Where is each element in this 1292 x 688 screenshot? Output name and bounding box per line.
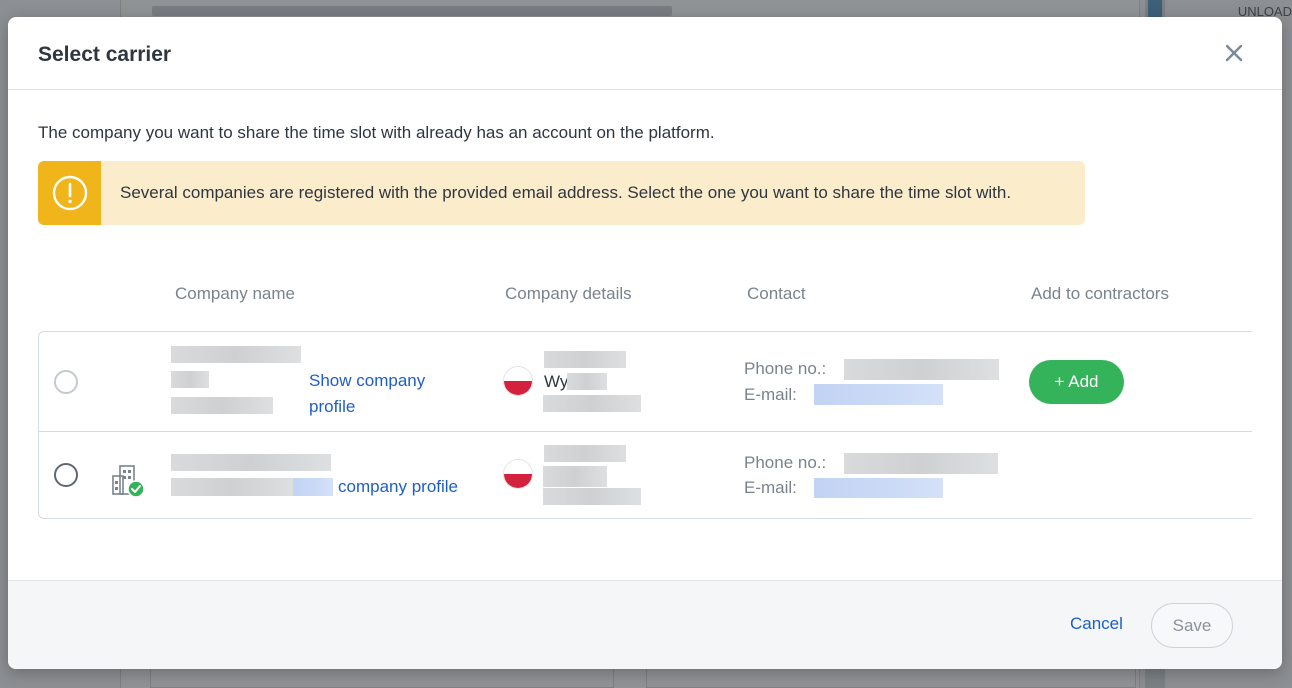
email-label: E-mail: <box>744 385 797 404</box>
cancel-button[interactable]: Cancel <box>1070 614 1123 634</box>
phone-label: Phone no.: <box>744 359 827 378</box>
email-label: E-mail: <box>744 478 797 497</box>
poland-flag-icon <box>503 366 533 396</box>
phone-label: Phone no.: <box>744 453 827 472</box>
modal-title: Select carrier <box>38 43 172 66</box>
company-details-text: Wy <box>544 372 569 391</box>
alert-icon-box <box>38 161 101 225</box>
redacted-company-details <box>543 466 607 487</box>
companies-table: Show company profile Wy Phone no.: E-mai… <box>38 331 1252 519</box>
redacted-phone <box>844 453 998 474</box>
save-button[interactable]: Save <box>1151 603 1233 648</box>
column-header-contact: Contact <box>747 284 806 303</box>
show-company-profile-link[interactable]: Show company profile <box>309 368 459 420</box>
intro-text: The company you want to share the time s… <box>38 123 715 142</box>
modal-footer: Cancel Save <box>8 580 1282 669</box>
close-icon <box>1225 44 1243 62</box>
close-button[interactable] <box>1224 43 1244 63</box>
poland-flag-icon <box>503 459 533 489</box>
background-box <box>150 668 614 688</box>
background-rail-handle <box>1148 0 1162 18</box>
redacted-company-name <box>171 371 209 388</box>
table-row[interactable]: Show company profile Wy Phone no.: E-mai… <box>39 332 1252 432</box>
redacted-phone <box>844 359 999 380</box>
redacted-email[interactable] <box>814 384 943 405</box>
select-carrier-modal: Select carrier The company you want to s… <box>8 17 1282 669</box>
building-verified-icon <box>112 465 145 498</box>
column-header-company-name: Company name <box>175 284 296 303</box>
redacted-company-name <box>171 454 331 471</box>
modal-body: The company you want to share the time s… <box>8 90 1282 623</box>
alert-text: Several companies are registered with th… <box>120 183 1012 202</box>
select-company-radio[interactable] <box>54 463 78 487</box>
redacted-company-name <box>171 478 293 496</box>
add-contractor-button[interactable]: + Add <box>1029 360 1124 404</box>
column-header-add-to-contractors: Add to contractors <box>1031 284 1169 303</box>
background-text <box>152 6 672 16</box>
warning-alert: Several companies are registered with th… <box>38 161 1085 225</box>
exclamation-circle-icon <box>52 175 87 211</box>
redacted-company-name <box>171 397 273 414</box>
redacted-company-details <box>543 395 641 412</box>
select-company-radio[interactable] <box>54 370 78 394</box>
redacted-company-name <box>171 346 301 363</box>
redacted-email[interactable] <box>814 478 943 498</box>
background-box <box>646 668 1136 688</box>
redacted-company-details <box>544 445 626 462</box>
redacted-company-details <box>567 373 607 390</box>
company-profile-link[interactable]: company profile <box>338 474 458 500</box>
redacted-company-details <box>543 488 641 505</box>
redacted-company-details <box>544 351 626 368</box>
column-header-company-details: Company details <box>505 284 632 303</box>
redacted-profile-link[interactable] <box>293 478 333 496</box>
modal-header: Select carrier <box>8 17 1282 90</box>
table-row[interactable]: company profile Phone no.: E-mail: <box>39 432 1252 518</box>
